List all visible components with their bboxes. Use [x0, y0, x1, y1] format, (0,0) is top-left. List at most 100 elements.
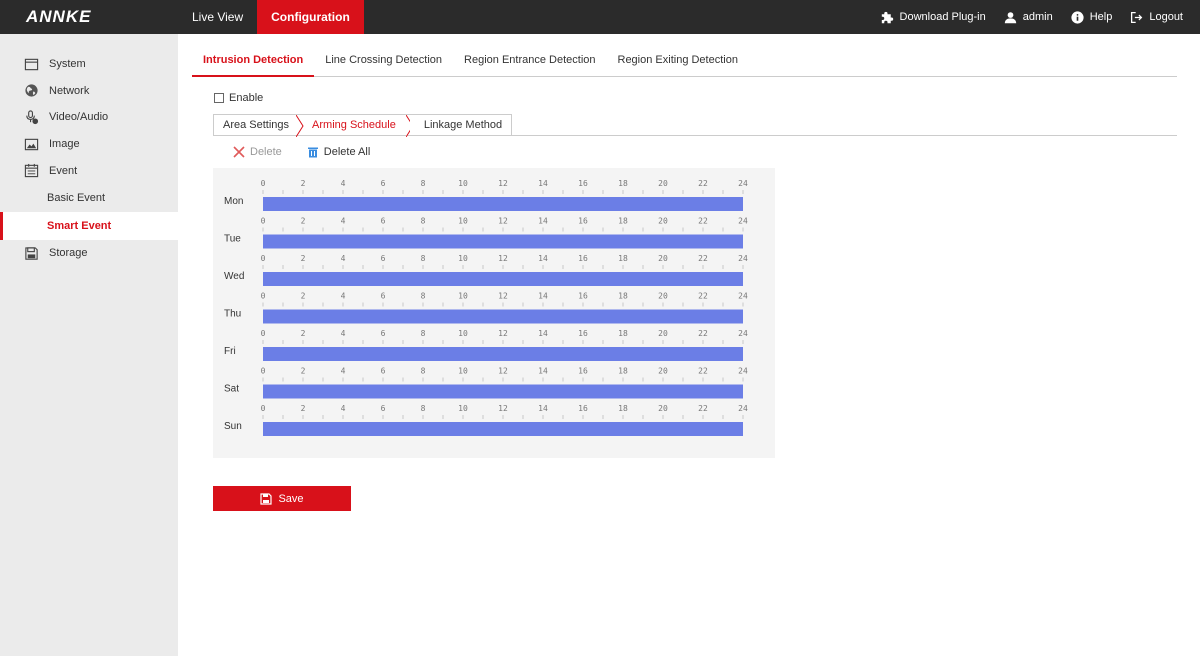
hour-tick-label: 16: [578, 217, 588, 226]
top-right-menu: Download Plug-in admin Help Logout: [881, 0, 1183, 34]
hour-tick-label: 14: [538, 329, 548, 338]
logout-link[interactable]: Logout: [1130, 11, 1183, 24]
nav-live-view[interactable]: Live View: [178, 0, 257, 34]
sidebar-item-basic-event[interactable]: Basic Event: [0, 184, 178, 212]
hour-tick-label: 22: [698, 367, 708, 376]
hour-tick-label: 20: [658, 404, 668, 413]
hour-tick-label: 10: [458, 367, 468, 376]
hour-tick-label: 18: [618, 292, 628, 301]
hour-tick-label: 10: [458, 179, 468, 188]
schedule-bar-thu[interactable]: [263, 309, 743, 324]
hour-tick-label: 22: [698, 404, 708, 413]
hour-tick-label: 24: [738, 254, 748, 263]
sidebar-item-smart-event[interactable]: Smart Event: [0, 211, 178, 240]
hour-tick-label: 2: [301, 217, 306, 226]
hour-tick-label: 20: [658, 254, 668, 263]
window-icon: [24, 58, 39, 71]
hour-tick-label: 0: [261, 179, 266, 188]
hour-tick-label: 8: [421, 292, 426, 301]
sidebar-item-image[interactable]: Image: [0, 131, 178, 158]
hour-tick-label: 14: [538, 217, 548, 226]
hour-tick-label: 6: [381, 367, 386, 376]
hour-tick-label: 14: [538, 179, 548, 188]
delete-all-button[interactable]: Delete All: [307, 146, 370, 158]
hour-tick-label: 8: [421, 367, 426, 376]
tab-intrusion-detection[interactable]: Intrusion Detection: [192, 47, 315, 77]
user-menu[interactable]: admin: [1004, 11, 1053, 24]
sidebar-item-storage[interactable]: Storage: [0, 240, 178, 267]
help-link[interactable]: Help: [1071, 10, 1112, 24]
day-label: Fri: [224, 346, 236, 357]
download-plugin-link[interactable]: Download Plug-in: [881, 11, 986, 24]
hour-tick-label: 14: [538, 254, 548, 263]
detection-tabs: Intrusion Detection Line Crossing Detect…: [192, 47, 1177, 77]
hour-tick-label: 16: [578, 292, 588, 301]
info-icon: [1071, 10, 1084, 24]
subtab-area-settings[interactable]: Area Settings: [213, 114, 299, 136]
chevron-right-icon: [296, 115, 304, 137]
tab-region-exiting-detection[interactable]: Region Exiting Detection: [607, 47, 749, 77]
user-icon: [1004, 11, 1016, 23]
hour-tick-label: 4: [341, 367, 346, 376]
hour-tick-label: 22: [698, 329, 708, 338]
schedule-actions: Delete Delete All: [233, 146, 370, 158]
hour-tick-label: 20: [658, 292, 668, 301]
hour-tick-label: 0: [261, 329, 266, 338]
nav-configuration[interactable]: Configuration: [257, 0, 364, 34]
hour-tick-label: 16: [578, 404, 588, 413]
sidebar-item-network[interactable]: Network: [0, 78, 178, 105]
hour-tick-label: 2: [301, 367, 306, 376]
schedule-bar-tue[interactable]: [263, 234, 743, 249]
subtab-arming-schedule-label: Arming Schedule: [312, 119, 396, 131]
sidebar-label-network: Network: [49, 84, 90, 97]
hour-tick-label: 0: [261, 404, 266, 413]
hour-tick-label: 0: [261, 217, 266, 226]
save-button[interactable]: Save: [213, 486, 351, 511]
user-label: admin: [1022, 11, 1053, 23]
sidebar-item-event[interactable]: Event: [0, 157, 178, 184]
hour-tick-label: 24: [738, 329, 748, 338]
enable-checkbox[interactable]: [214, 93, 224, 103]
logout-label: Logout: [1149, 11, 1183, 23]
tab-line-crossing-detection[interactable]: Line Crossing Detection: [314, 47, 453, 77]
delete-button[interactable]: Delete: [233, 146, 282, 158]
hour-tick-label: 20: [658, 367, 668, 376]
hour-tick-label: 0: [261, 254, 266, 263]
schedule-bar-fri[interactable]: [263, 347, 743, 361]
hour-tick-label: 24: [738, 367, 748, 376]
hour-tick-label: 6: [381, 179, 386, 188]
arming-schedule-grid: 0 2 4 6 8 10 12 14 16 18 20 22 24 Mon 0 2 4 6 8 10 12 14 16 18 2…: [213, 168, 775, 458]
annke-logo: ANNKE: [26, 7, 92, 26]
hour-tick-label: 14: [538, 292, 548, 301]
delete-all-label: Delete All: [323, 146, 371, 158]
hour-tick-label: 18: [618, 329, 628, 338]
hour-tick-label: 0: [261, 292, 266, 301]
hour-tick-label: 16: [578, 329, 588, 338]
hour-tick-label: 4: [341, 217, 346, 226]
hour-tick-label: 4: [341, 329, 346, 338]
hour-tick-label: 24: [738, 179, 748, 188]
sidebar-label-video-audio: Video/Audio: [49, 111, 109, 124]
tab-region-entrance-detection[interactable]: Region Entrance Detection: [453, 47, 606, 77]
delete-label: Delete: [250, 146, 282, 158]
subtab-linkage-method[interactable]: Linkage Method: [409, 114, 513, 136]
schedule-bar-sat[interactable]: [263, 384, 743, 399]
floppy-icon: [25, 247, 38, 260]
subtab-arming-schedule[interactable]: Arming Schedule: [296, 114, 414, 137]
day-label: Sun: [224, 421, 242, 432]
sidebar-item-video-audio[interactable]: Video/Audio: [0, 104, 178, 131]
schedule-bar-mon[interactable]: [263, 197, 743, 211]
hour-tick-label: 18: [618, 217, 628, 226]
hour-tick-label: 22: [698, 217, 708, 226]
hour-tick-label: 10: [458, 329, 468, 338]
hour-tick-label: 10: [458, 254, 468, 263]
hour-tick-label: 12: [498, 217, 508, 226]
day-label: Mon: [224, 196, 243, 207]
hour-tick-label: 22: [698, 292, 708, 301]
sidebar-item-system[interactable]: System: [0, 51, 178, 78]
schedule-bar-wed[interactable]: [263, 272, 743, 286]
hour-tick-label: 12: [498, 367, 508, 376]
hour-tick-label: 18: [618, 254, 628, 263]
save-label: Save: [278, 492, 304, 505]
schedule-bar-sun[interactable]: [263, 422, 743, 436]
